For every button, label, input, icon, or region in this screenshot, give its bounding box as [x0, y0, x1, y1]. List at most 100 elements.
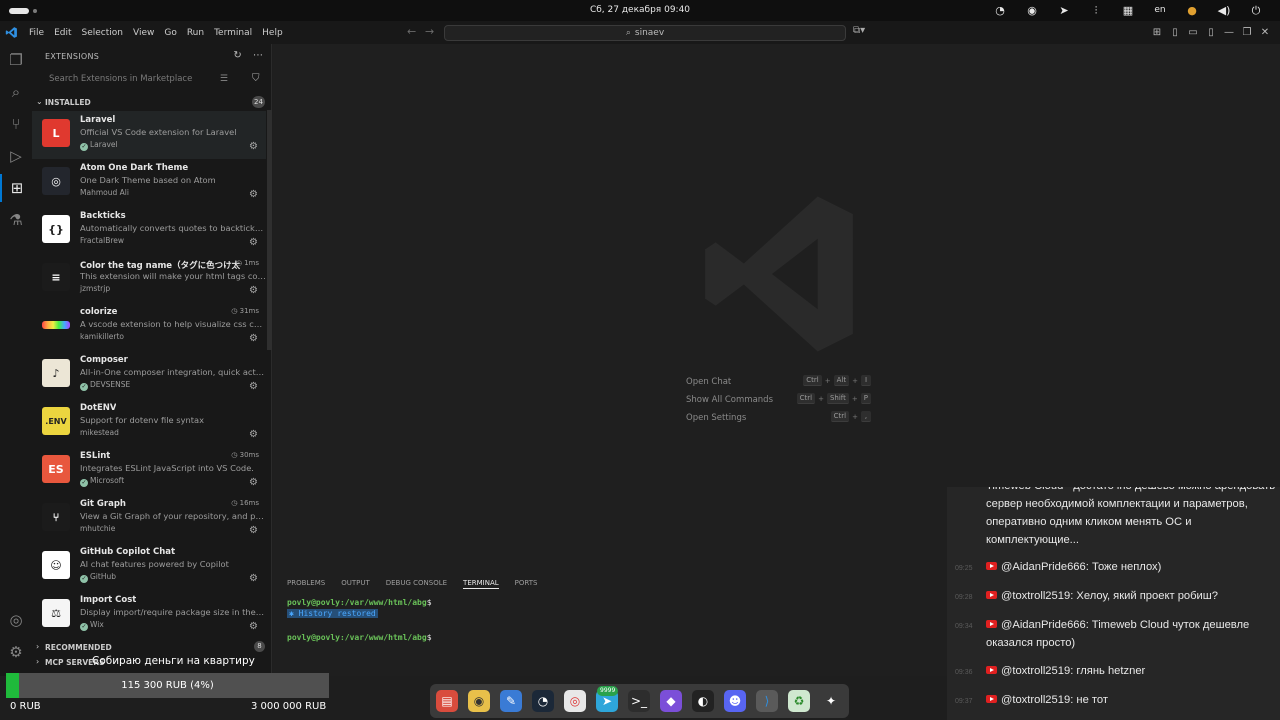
- manage-extension-gear-icon[interactable]: ⚙: [249, 621, 258, 632]
- toggle-secondary-sidebar-icon[interactable]: ▯: [1202, 27, 1220, 38]
- manage-extension-gear-icon[interactable]: ⚙: [249, 333, 258, 344]
- rhythmbox-icon[interactable]: ◉: [468, 690, 490, 712]
- installed-label: INSTALLED: [45, 98, 91, 107]
- menu-run[interactable]: Run: [187, 28, 204, 38]
- obs-icon[interactable]: ◐: [692, 690, 714, 712]
- toggle-primary-sidebar-icon[interactable]: ▯: [1166, 27, 1184, 38]
- extension-item[interactable]: ES ESLint Integrates ESLint JavaScript int…: [32, 447, 266, 495]
- volume-icon[interactable]: ◀): [1208, 2, 1240, 19]
- menu-terminal[interactable]: Terminal: [214, 28, 252, 38]
- discord-icon[interactable]: ☻: [724, 690, 746, 712]
- extension-item[interactable]: ◎ Atom One Dark Theme One Dark Theme based…: [32, 159, 266, 207]
- toggle-panel-icon[interactable]: ▭: [1184, 27, 1202, 38]
- refresh-icon[interactable]: ↻: [233, 50, 241, 61]
- fundraising-progress-bar: 115 300 RUB (4%): [6, 673, 329, 698]
- maximize-icon[interactable]: ❐: [1238, 27, 1256, 38]
- terminal-icon[interactable]: >_: [628, 690, 650, 712]
- equalizer-icon[interactable]: ⫶: [1080, 2, 1112, 19]
- manage-extension-gear-icon[interactable]: ⚙: [249, 285, 258, 296]
- steam-icon[interactable]: ◔: [532, 690, 554, 712]
- extension-item[interactable]: ⑂ Git Graph View a Git Graph of your repos…: [32, 495, 266, 543]
- testing-icon[interactable]: ⚗: [0, 206, 32, 234]
- extension-item[interactable]: colorize A vscode extension to help visua…: [32, 303, 266, 351]
- manage-extension-gear-icon[interactable]: ⚙: [249, 237, 258, 248]
- trash-icon[interactable]: ♻: [788, 690, 810, 712]
- menu-go[interactable]: Go: [164, 28, 176, 38]
- chrome-icon[interactable]: ◎: [564, 690, 586, 712]
- minimize-icon[interactable]: —: [1220, 27, 1238, 38]
- tab-output[interactable]: OUTPUT: [341, 577, 370, 589]
- power-icon[interactable]: ⏻: [1240, 2, 1272, 19]
- files-icon[interactable]: ▤: [436, 690, 458, 712]
- network-icon[interactable]: ▦: [1112, 2, 1144, 19]
- extension-item[interactable]: {} Backticks Automatically converts quotes…: [32, 207, 266, 255]
- source-control-icon[interactable]: ⑂: [0, 110, 32, 138]
- extension-item[interactable]: .ENV DotENV Support for dotenv file syntax…: [32, 399, 266, 447]
- tab-ports[interactable]: PORTS: [515, 577, 538, 589]
- verified-publisher-icon: ✓: [80, 623, 88, 631]
- menu-help[interactable]: Help: [262, 28, 283, 38]
- customize-layout-icon[interactable]: ⊞: [1148, 27, 1166, 38]
- steam-tray-icon[interactable]: ◉: [1016, 2, 1048, 19]
- shortcut-open-chat[interactable]: Open Chat Ctrl + Alt + I: [686, 375, 871, 393]
- manage-extension-gear-icon[interactable]: ⚙: [249, 525, 258, 536]
- account-icon[interactable]: ◎: [0, 606, 32, 634]
- extension-item[interactable]: ♪ Composer All-in-One composer integration…: [32, 351, 266, 399]
- terminal-prompt: povly@povly:/var/www/html/abg: [287, 598, 427, 607]
- manage-gear-icon[interactable]: ⚙: [0, 638, 32, 666]
- extension-item[interactable]: L Laravel Official VS Code extension for L…: [32, 111, 266, 159]
- filter-icon[interactable]: ⛉: [252, 73, 260, 84]
- extension-search-input[interactable]: Search Extensions in Marketplace ☰: [44, 72, 248, 87]
- menu-selection[interactable]: Selection: [82, 28, 123, 38]
- manage-extension-gear-icon[interactable]: ⚙: [249, 573, 258, 584]
- manage-extension-gear-icon[interactable]: ⚙: [249, 477, 258, 488]
- explorer-icon[interactable]: ❐: [0, 46, 32, 74]
- vscode-icon[interactable]: ⟩: [756, 690, 778, 712]
- close-icon[interactable]: ✕: [1256, 27, 1274, 38]
- copilot-chat-icon[interactable]: ⧉▾: [853, 25, 865, 36]
- shortcut-open-settings[interactable]: Open Settings Ctrl + ,: [686, 411, 871, 429]
- terminal-line[interactable]: povly@povly:/var/www/html/abg$: [287, 598, 432, 607]
- shortcut-show-all-commands[interactable]: Show All Commands Ctrl + Shift + P: [686, 393, 871, 411]
- manage-extension-gear-icon[interactable]: ⚙: [249, 141, 258, 152]
- forward-arrow-icon[interactable]: →: [425, 25, 434, 38]
- search-view-icon[interactable]: ⌕: [0, 78, 32, 106]
- extension-item[interactable]: ⚖ Import Cost Display import/require packa…: [32, 591, 266, 639]
- extension-item[interactable]: ≡ Color the tag name（タグに色つけ太... This exten…: [32, 255, 266, 303]
- command-center-search[interactable]: ⌕ sinaev: [444, 25, 846, 41]
- extensions-icon[interactable]: ⊞: [0, 174, 32, 202]
- extension-description: This extension will make your html tags …: [80, 271, 266, 281]
- app-grid-icon[interactable]: ✦: [820, 690, 842, 712]
- run-debug-icon[interactable]: ▷: [0, 142, 32, 170]
- text-editor-icon[interactable]: ✎: [500, 690, 522, 712]
- key-plus: +: [818, 394, 824, 403]
- manage-extension-gear-icon[interactable]: ⚙: [249, 429, 258, 440]
- microphone-icon[interactable]: ●: [1176, 2, 1208, 19]
- clear-results-icon[interactable]: ☰: [220, 72, 228, 87]
- extension-item[interactable]: ☺ GitHub Copilot Chat AI chat features pow…: [32, 543, 266, 591]
- verified-publisher-icon: ✓: [80, 383, 88, 391]
- tab-debug-console[interactable]: DEBUG CONSOLE: [386, 577, 447, 589]
- sidebar-scrollbar[interactable]: [267, 110, 272, 350]
- language-indicator[interactable]: en: [1144, 2, 1176, 19]
- manage-extension-gear-icon[interactable]: ⚙: [249, 189, 258, 200]
- telegram-tray-icon[interactable]: ➤: [1048, 2, 1080, 19]
- recommended-section-header[interactable]: › RECOMMENDED 8: [32, 641, 272, 655]
- manage-extension-gear-icon[interactable]: ⚙: [249, 381, 258, 392]
- terminal-line[interactable]: povly@povly:/var/www/html/abg$: [287, 633, 432, 642]
- terminal-line[interactable]: ✱ History restored: [287, 609, 378, 618]
- menu-file[interactable]: File: [29, 28, 44, 38]
- tab-problems[interactable]: PROBLEMS: [287, 577, 325, 589]
- activation-time-value: 31ms: [239, 307, 259, 315]
- vpn-icon[interactable]: ◔: [984, 2, 1016, 19]
- extensions-sidebar: EXTENSIONS ↻ ⋯ Search Extensions in Mark…: [32, 44, 272, 676]
- menu-view[interactable]: View: [133, 28, 154, 38]
- tab-terminal[interactable]: TERMINAL: [463, 577, 499, 589]
- installed-section-header[interactable]: ⌄ INSTALLED 24: [32, 96, 272, 110]
- terminal-prompt-suffix: $: [426, 598, 432, 607]
- obsidian-icon[interactable]: ◆: [660, 690, 682, 712]
- menu-edit[interactable]: Edit: [54, 28, 71, 38]
- extension-publisher: Mahmoud Ali: [80, 188, 129, 197]
- more-actions-icon[interactable]: ⋯: [253, 50, 263, 61]
- back-arrow-icon[interactable]: ←: [407, 25, 416, 38]
